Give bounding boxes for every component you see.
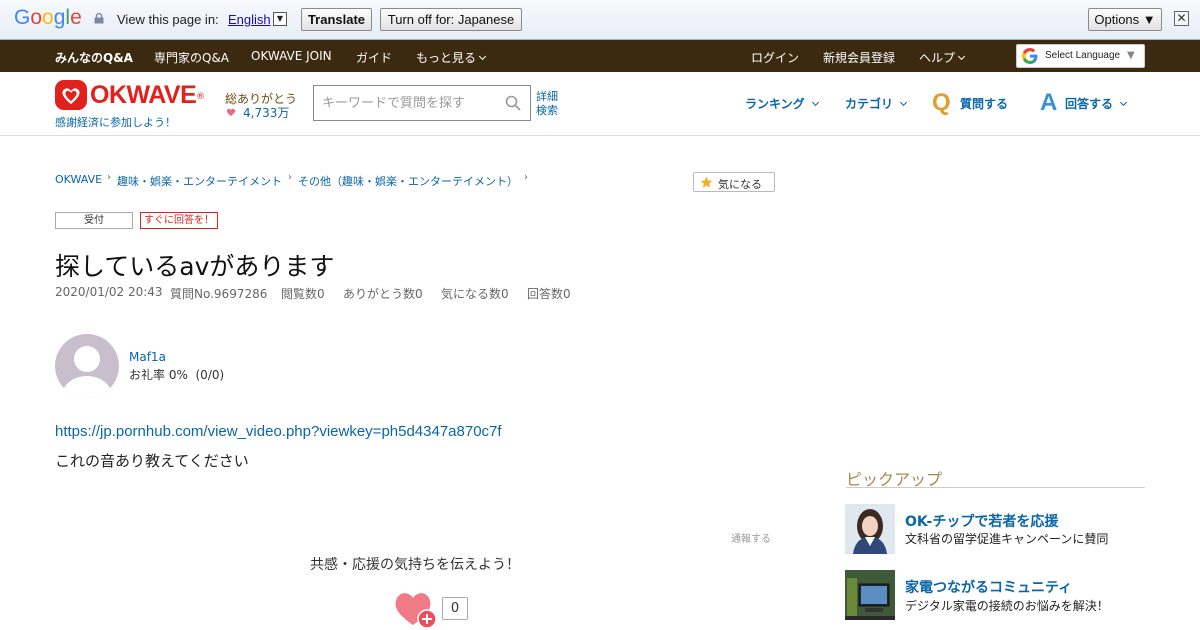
registered-mark: ®	[196, 92, 205, 102]
language-dropdown-icon[interactable]: ▼	[273, 12, 287, 26]
chevron-down-icon	[811, 98, 819, 107]
breadcrumb-separator: ›	[288, 172, 292, 183]
question-body: これの音あり教えてください	[55, 452, 249, 470]
translate-button[interactable]: Translate	[301, 8, 372, 31]
options-button[interactable]: Options ▼	[1088, 8, 1162, 31]
breadcrumb-okwave[interactable]: OKWAVE	[55, 173, 102, 186]
breadcrumb-other[interactable]: その他（趣味・娯楽・エンターテイメント）	[298, 173, 518, 189]
google-logo-letter: e	[70, 6, 82, 29]
chevron-down-icon	[899, 98, 908, 107]
nav-more[interactable]: もっと見る	[416, 49, 487, 66]
empathy-prompt: 共感・応援の気持ちを伝えよう！	[310, 557, 520, 573]
pickup-headline[interactable]: OK-チップで若者を応援	[905, 511, 1058, 531]
breadcrumb-hobby[interactable]: 趣味・娯楽・エンターテイメント	[117, 173, 282, 189]
select-language-label: Select Language	[1045, 50, 1121, 61]
avatar[interactable]	[55, 334, 119, 398]
category-label: カテゴリ	[845, 97, 894, 111]
heart-icon	[226, 108, 236, 116]
question-date: 2020/01/02 20:43	[55, 285, 163, 299]
watch-count: 気になる数0	[441, 287, 509, 301]
tv-photo-icon	[845, 570, 895, 620]
nav-help-label: ヘルプ	[919, 51, 956, 65]
lock-icon	[94, 13, 104, 24]
advanced-search-link[interactable]: 詳細検索	[536, 90, 566, 118]
select-language-arrow: ▼	[1127, 50, 1135, 61]
okwave-heart-logo-icon[interactable]	[55, 80, 87, 110]
nav-register[interactable]: 新規会員登録	[823, 49, 895, 66]
search-input[interactable]	[322, 94, 502, 112]
okwave-wordmark[interactable]: OKWAVE	[90, 81, 197, 110]
nav-minna-qa[interactable]: みんなのQ&A	[55, 49, 133, 66]
page-title: 探しているavがあります	[55, 252, 335, 281]
google-g-icon	[1022, 48, 1038, 64]
status-badge: 受付	[55, 212, 133, 229]
search-icon[interactable]	[505, 95, 521, 111]
watch-button[interactable]: 気になる	[693, 172, 775, 192]
ask-q-icon: Q	[932, 89, 951, 116]
ranking-label: ランキング	[745, 97, 805, 111]
empathy-heart-button-icon[interactable]	[392, 587, 438, 630]
ranking-menu[interactable]: ランキング	[745, 95, 819, 112]
reward-rate: お礼率 0% (0/0)	[129, 366, 224, 383]
google-logo-letter: o	[42, 6, 54, 29]
total-thanks-count: 4,733万	[243, 106, 290, 120]
answer-count: 回答数0	[527, 287, 571, 301]
star-icon	[700, 176, 713, 188]
pickup-subtext: デジタル家電の接続のお悩みを解決！	[905, 599, 1109, 613]
user-name-link[interactable]: Maf1a	[129, 350, 166, 364]
tagline[interactable]: 感謝経済に参加しよう！	[55, 114, 176, 130]
nav-guide[interactable]: ガイド	[356, 49, 392, 66]
question-link[interactable]: https://jp.pornhub.com/view_video.php?vi…	[55, 423, 502, 440]
chevron-down-icon	[957, 52, 966, 61]
select-language-widget[interactable]: Select Language ▼	[1016, 44, 1145, 68]
answer-label: 回答する	[1065, 97, 1114, 111]
google-logo-letter: o	[30, 6, 43, 29]
person-photo-icon	[845, 504, 895, 554]
urgent-badge: すぐに回答を！	[140, 212, 218, 229]
breadcrumb-separator: ›	[107, 172, 111, 183]
reward-rate-detail: (0/0)	[195, 368, 225, 382]
close-icon[interactable]: ✕	[1174, 11, 1189, 26]
category-menu[interactable]: カテゴリ	[845, 95, 908, 112]
chevron-down-icon	[478, 52, 487, 61]
pickup-headline[interactable]: 家電つながるコミュニティ	[905, 577, 1072, 597]
language-link[interactable]: English	[228, 12, 271, 27]
nav-login[interactable]: ログイン	[751, 49, 799, 66]
empathy-count: 0	[442, 597, 468, 620]
question-number: 質問No.9697286	[170, 287, 268, 301]
thanks-count: ありがとう数0	[343, 287, 423, 301]
ask-question-button[interactable]: 質問する	[960, 95, 1008, 112]
turn-off-button[interactable]: Turn off for: Japanese	[380, 8, 522, 31]
pickup-divider	[846, 487, 1145, 488]
translate-bar: Google View this page in: English ▼ Tran…	[0, 0, 1200, 40]
site-header: OKWAVE ® 感謝経済に参加しよう！ 総ありがとう 4,733万 詳細検索 …	[0, 72, 1200, 136]
google-logo-letter: g	[53, 6, 66, 29]
view-page-in-label: View this page in:	[117, 12, 219, 27]
chevron-down-icon	[1119, 98, 1128, 107]
pickup-subtext: 文科省の留学促進キャンペーンに賛同	[905, 532, 1109, 546]
pickup-image-appliance[interactable]	[845, 570, 895, 620]
breadcrumb-separator: ›	[524, 172, 528, 183]
nav-help[interactable]: ヘルプ	[919, 49, 966, 66]
watch-button-label: 気になる	[718, 178, 762, 191]
google-logo: Google	[14, 6, 82, 30]
answer-a-icon: A	[1040, 89, 1058, 116]
view-count: 閲覧数0	[281, 287, 325, 301]
user-silhouette-icon	[62, 346, 112, 398]
nav-more-label: もっと見る	[416, 51, 477, 65]
report-link[interactable]: 通報する	[731, 530, 771, 545]
reward-rate-value: お礼率 0%	[129, 368, 188, 382]
google-logo-letter: G	[14, 6, 31, 29]
nav-expert-qa[interactable]: 専門家のQ&A	[154, 49, 229, 66]
nav-okwave-join[interactable]: OKWAVE JOIN	[251, 49, 332, 63]
pickup-image-student[interactable]	[845, 504, 895, 554]
search-box	[313, 85, 531, 121]
answer-menu[interactable]: 回答する	[1065, 95, 1128, 112]
